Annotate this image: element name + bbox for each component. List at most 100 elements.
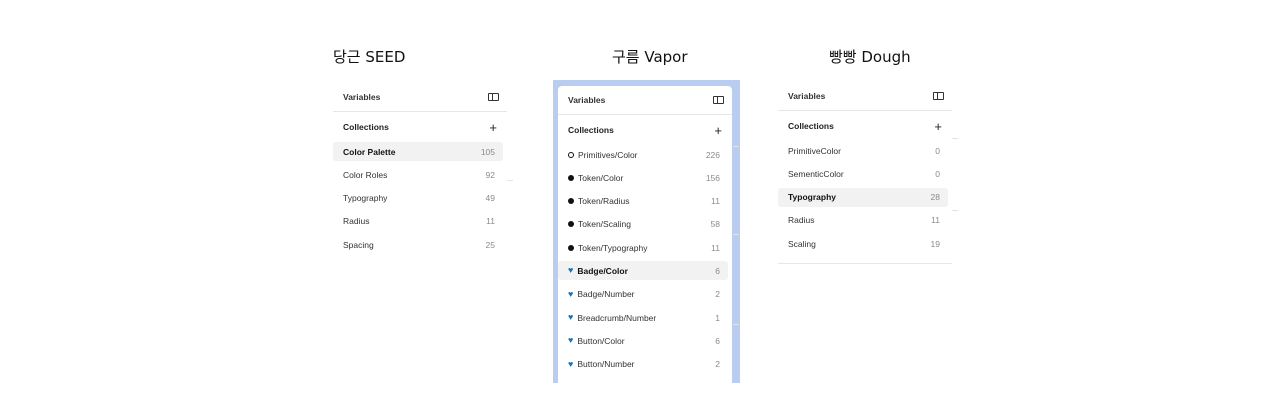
collection-item[interactable]: PrimitiveColor 0	[778, 141, 948, 160]
collection-item-count: 0	[935, 168, 940, 179]
seed-title: 당근 SEED	[333, 48, 406, 66]
collection-item-label: Button/Number	[577, 359, 635, 370]
circle-filled-icon	[568, 244, 574, 251]
blue-heart-icon: ♥	[568, 335, 574, 346]
add-collection-icon[interactable]: +	[714, 124, 722, 137]
collection-item[interactable]: Radius 11	[333, 212, 503, 231]
collection-item[interactable]: Scaling 19	[778, 234, 948, 253]
collection-item-label: Color Roles	[343, 169, 388, 180]
collection-item[interactable]: Spacing 25	[333, 235, 503, 254]
collection-item-label: Badge/Number	[577, 289, 635, 300]
collection-item[interactable]: Typography 49	[333, 189, 503, 208]
collection-item[interactable]: Token/Typography 11	[558, 238, 728, 257]
collection-item-label-wrap: ♥ Badge/Number	[568, 289, 635, 299]
collection-item-count: 11	[931, 215, 940, 226]
collection-item[interactable]: Token/Radius 11	[558, 192, 728, 211]
collection-item-label-wrap: Scaling	[788, 239, 816, 249]
collection-item[interactable]: Token/Scaling 58	[558, 215, 728, 234]
collection-item[interactable]: SementicColor 0	[778, 164, 948, 183]
collection-item[interactable]: ♥ Badge/Number 2	[558, 285, 728, 304]
collections-label: Collections	[788, 121, 834, 131]
panel-header: Variables	[778, 82, 952, 111]
sidebar-toggle-icon[interactable]	[488, 93, 499, 101]
collection-item[interactable]: Color Roles 92	[333, 165, 503, 184]
collection-item[interactable]: ♥ Badge/Color 6	[558, 261, 728, 281]
collection-item[interactable]: Radius 11	[778, 211, 948, 230]
panel-header-title: Variables	[343, 92, 381, 102]
collection-item-label-wrap: SementicColor	[788, 169, 844, 179]
circle-filled-icon	[568, 198, 574, 205]
collections-label: Collections	[568, 125, 614, 135]
collection-item-label: Token/Typography	[578, 242, 648, 253]
collection-item-label-wrap: Token/Radius	[568, 196, 630, 206]
add-collection-icon[interactable]: +	[489, 121, 497, 134]
collection-item-label: Radius	[788, 215, 815, 226]
seed-variables-panel: Variables Collections + Color Palette 105…	[333, 83, 507, 259]
collection-item-label: PrimitiveColor	[788, 145, 841, 156]
collection-item[interactable]: Primitives/Color 226	[558, 145, 728, 164]
collection-item-count: 226	[705, 149, 720, 160]
collection-item-label: Primitives/Color	[578, 149, 638, 160]
vapor-title: 구름 Vapor	[612, 48, 688, 66]
collection-item-count: 58	[710, 219, 720, 230]
collection-item-label: Spacing	[343, 239, 374, 250]
collection-item-label-wrap: ♥ Breadcrumb/Number	[568, 313, 656, 323]
collection-item-label-wrap: Color Palette	[343, 147, 395, 157]
collection-list: Primitives/Color 226 Token/Color 156 Token/R…	[558, 145, 732, 374]
collection-item-count: 2	[715, 359, 720, 370]
panel-header-title: Variables	[788, 91, 826, 101]
blue-heart-icon: ♥	[568, 265, 574, 276]
collection-item-label-wrap: Token/Color	[568, 173, 623, 183]
collection-item-count: 6	[715, 265, 720, 276]
collection-item-label: Typography	[343, 193, 388, 204]
collection-item-count: 19	[930, 238, 940, 249]
collection-item-label-wrap: ♥ Button/Color	[568, 336, 625, 346]
collection-item-label-wrap: Typography	[788, 192, 836, 202]
dough-title: 빵빵 Dough	[829, 48, 911, 66]
collection-item-label-wrap: ♥ Badge/Color	[568, 266, 628, 276]
collection-item-count: 2	[715, 289, 720, 300]
collection-item-label-wrap: Token/Scaling	[568, 219, 631, 229]
collection-item-label: Color Palette	[343, 146, 396, 157]
sidebar-toggle-icon[interactable]	[713, 96, 724, 104]
collection-item-count: 92	[485, 169, 495, 180]
vapor-variables-panel: Variables Collections + Primitives/Color…	[558, 86, 732, 383]
collection-item-label-wrap: Radius	[788, 215, 814, 225]
collection-item[interactable]: Color Palette 105	[333, 142, 503, 161]
collections-header: Collections +	[333, 112, 507, 142]
collection-item-label: Badge/Color	[577, 265, 628, 276]
collection-item-count: 25	[485, 239, 495, 250]
sidebar-toggle-icon[interactable]	[933, 92, 944, 100]
collection-item[interactable]: ♥ Button/Color 6	[558, 331, 728, 350]
collection-item-count: 11	[711, 196, 720, 207]
collection-item-label-wrap: Radius	[343, 216, 369, 226]
collection-item-count: 28	[930, 192, 940, 203]
dough-variables-panel: Variables Collections + PrimitiveColor 0 S…	[778, 82, 952, 264]
collection-item-label-wrap: Token/Typography	[568, 243, 647, 253]
collection-item[interactable]: ♥ Button/Number 2	[558, 355, 728, 374]
collections-header: Collections +	[558, 115, 732, 145]
collection-item[interactable]: Typography 28	[778, 187, 948, 207]
collection-item-count: 11	[486, 216, 495, 227]
collection-item-label: Token/Color	[578, 172, 624, 183]
collection-item-count: 49	[485, 193, 495, 204]
circle-outline-icon	[568, 151, 574, 158]
collection-list: Color Palette 105 Color Roles 92 Typography 4…	[333, 142, 507, 254]
blue-heart-icon: ♥	[568, 288, 574, 299]
add-collection-icon[interactable]: +	[934, 120, 942, 133]
collection-item-count: 1	[715, 312, 720, 323]
collection-item-label-wrap: Color Roles	[343, 170, 387, 180]
collection-item[interactable]: ♥ Breadcrumb/Number 1	[558, 308, 728, 327]
collection-item-label: Button/Color	[577, 335, 625, 346]
collection-item-label: Scaling	[788, 238, 816, 249]
collection-item-count: 0	[935, 145, 940, 156]
collection-list: PrimitiveColor 0 SementicColor 0 Typography 2…	[778, 141, 952, 253]
collection-item-label: Token/Scaling	[578, 219, 631, 230]
collection-item[interactable]: Token/Color 156	[558, 168, 728, 187]
collection-item-label-wrap: Primitives/Color	[568, 150, 638, 160]
collection-item-count: 105	[480, 146, 495, 157]
collection-item-label-wrap: PrimitiveColor	[788, 146, 841, 156]
blue-heart-icon: ♥	[568, 358, 574, 369]
panel-header: Variables	[558, 86, 732, 115]
collection-item-label: SementicColor	[788, 168, 844, 179]
